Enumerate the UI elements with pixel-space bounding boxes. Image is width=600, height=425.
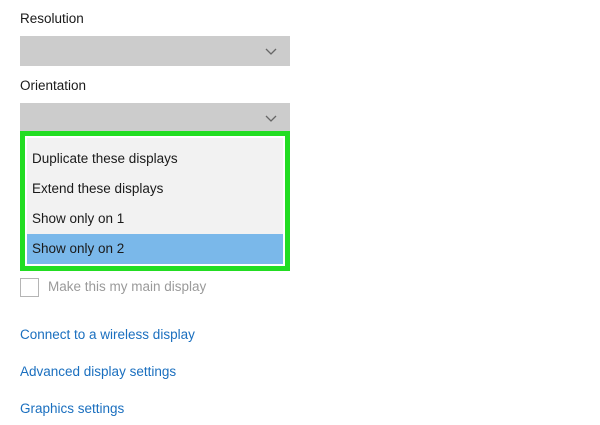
main-display-checkbox-label: Make this my main display: [48, 279, 207, 294]
chevron-down-icon: [265, 48, 277, 55]
orientation-label: Orientation: [20, 78, 87, 93]
display-mode-dropdown-highlight: Duplicate these displays Extend these di…: [20, 131, 290, 271]
option-show-only-on-2[interactable]: Show only on 2: [27, 234, 283, 264]
option-extend-displays[interactable]: Extend these displays: [27, 174, 283, 204]
option-duplicate-displays[interactable]: Duplicate these displays: [27, 144, 283, 174]
resolution-label: Resolution: [20, 11, 84, 26]
option-show-only-on-1[interactable]: Show only on 1: [27, 204, 283, 234]
orientation-select[interactable]: [20, 103, 290, 133]
main-display-checkbox[interactable]: [20, 278, 39, 297]
connect-wireless-display-link[interactable]: Connect to a wireless display: [20, 327, 195, 342]
chevron-down-icon: [265, 115, 277, 122]
resolution-select[interactable]: [20, 36, 290, 66]
graphics-settings-link[interactable]: Graphics settings: [20, 401, 124, 416]
display-mode-dropdown-list: Duplicate these displays Extend these di…: [27, 138, 283, 264]
advanced-display-settings-link[interactable]: Advanced display settings: [20, 364, 176, 379]
